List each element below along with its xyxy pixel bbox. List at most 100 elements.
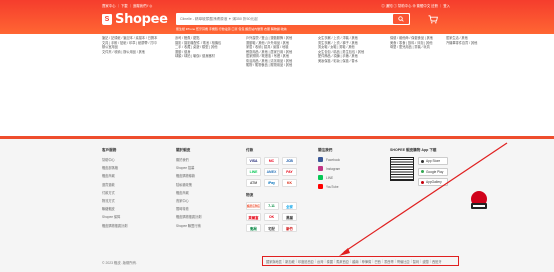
amex-logo: AMEX bbox=[264, 168, 279, 176]
separator: | bbox=[315, 259, 316, 263]
mastercard-logo: MC bbox=[264, 157, 279, 165]
huawei-icon bbox=[421, 180, 424, 184]
footer-link[interactable]: 蝦皮購物推廣計劃 bbox=[176, 214, 202, 219]
category-line[interactable]: 寵物 / 寵物食品 | 寵物用品 / 其他 bbox=[246, 63, 314, 67]
country-link[interactable]: 泰國 bbox=[327, 259, 333, 264]
pay-logo: PAY bbox=[282, 168, 297, 176]
copyright: © 2023 蝦皮. 版權所有. bbox=[102, 261, 138, 265]
app-gallery-button[interactable]: AppGallery bbox=[418, 178, 448, 186]
category-line[interactable]: 汽機車零件百貨 / 其他 bbox=[446, 41, 486, 45]
social-youtube[interactable]: YouTube bbox=[318, 184, 340, 189]
app-store-button[interactable]: App Store bbox=[418, 157, 448, 165]
logistics-logo: 新竹 bbox=[282, 224, 297, 232]
footer-heading: 關於蝦皮 bbox=[176, 148, 191, 152]
footer-heading: 付款 bbox=[246, 148, 254, 152]
country-link[interactable]: 馬來西亞 bbox=[336, 259, 349, 264]
search-button[interactable] bbox=[393, 14, 409, 24]
footer-link[interactable]: 蝦皮購物推廣計劃 bbox=[102, 223, 128, 228]
footer-customer-service: 客戶服務 幫助中心 蝦皮部落格 蝦皮商城 退貨退款 付款方式 物流方式 聯絡蝦皮… bbox=[102, 148, 128, 231]
social-label: Instagram bbox=[326, 166, 341, 171]
ipay-logo: iPay bbox=[264, 179, 279, 187]
separator: | bbox=[382, 259, 383, 263]
logistics-logo: 宅配 bbox=[264, 224, 279, 232]
country-link[interactable]: 波蘭 bbox=[422, 259, 428, 264]
separator: | bbox=[359, 259, 361, 263]
cart-icon[interactable] bbox=[428, 15, 438, 24]
country-link[interactable]: 西班牙 bbox=[432, 259, 442, 264]
logistics-logo: 7-11 bbox=[264, 202, 279, 210]
country-label: 國家與地區 bbox=[266, 259, 282, 264]
store-label: AppGallery bbox=[426, 180, 442, 184]
footer-link[interactable]: 蝦皮商城 bbox=[102, 173, 128, 178]
topbar-left[interactable]: 賣家中心 ｜ 下載 ｜ 追蹤我們 f ◎ bbox=[102, 3, 152, 8]
logistics-logos: 蝦皮店到店 7-11 全家 萊爾富 OK 黑貓 郵局 宅配 新竹 bbox=[246, 202, 297, 232]
footer-link[interactable]: 蝦皮商城 bbox=[176, 190, 202, 195]
category-line[interactable]: 球類 / 球拍 | 瑜伽 / 健身器材 bbox=[175, 54, 243, 58]
store-label: App Store bbox=[426, 159, 441, 163]
separator: | bbox=[429, 259, 431, 263]
country-link[interactable]: 越南 bbox=[352, 259, 358, 264]
shopping-bag-icon: S bbox=[102, 13, 112, 25]
country-link[interactable]: 印度尼西亞 bbox=[298, 259, 314, 264]
social-label: LINE bbox=[326, 175, 334, 180]
google-play-button[interactable]: Google Play bbox=[418, 167, 448, 176]
separator: | bbox=[324, 259, 326, 263]
visa-logo: VISA bbox=[246, 157, 261, 165]
footer-link[interactable]: 付款方式 bbox=[102, 190, 128, 195]
qr-code bbox=[390, 157, 414, 181]
footer-link[interactable]: 限時特賣 bbox=[176, 206, 202, 211]
category-column-4: 女生衣著 / 上衣 / 洋裝 / 其他 男生衣著 / 上衣 / 褲子 / 其他 … bbox=[318, 36, 386, 63]
google-play-icon bbox=[421, 170, 424, 173]
social-line[interactable]: LINE bbox=[318, 175, 340, 180]
store-label: Google Play bbox=[426, 169, 444, 174]
social-facebook[interactable]: Facebook bbox=[318, 157, 340, 162]
category-line[interactable]: 美妝保養 / 彩妝 | 保養 / 香水 bbox=[318, 59, 386, 63]
promo-badge-icon[interactable] bbox=[466, 190, 492, 212]
category-line[interactable]: 居家生活 / 其他 bbox=[446, 36, 486, 40]
footer-social: 關注我們 Facebook Instagram LINE YouTube bbox=[318, 148, 340, 193]
country-link[interactable]: 墨西哥 bbox=[384, 259, 394, 264]
country-link[interactable]: 台灣 bbox=[317, 259, 323, 264]
country-link[interactable]: 智利 bbox=[413, 259, 419, 264]
footer-link[interactable]: 蝦皮部落格 bbox=[102, 165, 128, 170]
country-link[interactable]: 哥倫比亞 bbox=[397, 259, 410, 264]
social-instagram[interactable]: Instagram bbox=[318, 166, 340, 171]
category-line[interactable]: 二手 / 收藏 | 桌遊 / 模型 | 其他 bbox=[175, 45, 243, 49]
footer-link[interactable]: 退貨退款 bbox=[102, 182, 128, 187]
separator: | bbox=[350, 259, 351, 263]
category-line[interactable]: 母嬰 / 嬰兒用品 | 童裝 / 玩具 bbox=[390, 45, 446, 49]
footer-link[interactable]: 聯絡蝦皮 bbox=[102, 206, 128, 211]
country-link[interactable]: 新加坡 bbox=[285, 259, 295, 264]
search-icon bbox=[398, 16, 404, 22]
search-input[interactable] bbox=[180, 13, 380, 25]
country-link[interactable]: 菲律賓 bbox=[362, 259, 372, 264]
search-suggestions[interactable]: 衛生紙 iPhone 藍牙耳機 手機殼 行動電源 口罩 包包 蝦皮站內優惠 衣服… bbox=[176, 27, 287, 31]
footer-link[interactable]: 賣家中心 bbox=[176, 198, 202, 203]
line-pay-logo: LINE bbox=[246, 168, 261, 176]
apple-icon bbox=[421, 159, 424, 163]
instagram-icon bbox=[318, 166, 323, 171]
separator: | bbox=[334, 259, 336, 263]
footer-link[interactable]: 關於我們 bbox=[176, 157, 202, 162]
topbar-right[interactable]: ◎ 通知 ⓘ 幫助中心 ⊕ 繁體中文 註冊 ｜ 登入 bbox=[381, 3, 450, 8]
separator: | bbox=[372, 259, 374, 263]
category-column-6: 居家生活 / 其他 汽機車零件百貨 / 其他 bbox=[446, 36, 486, 46]
search-bar bbox=[176, 13, 410, 25]
logistics-logo: OK bbox=[264, 213, 279, 221]
footer-link[interactable]: 幫助中心 bbox=[102, 157, 128, 162]
footer-link[interactable]: Shopee 聯盟行銷 bbox=[176, 223, 202, 228]
jcb-logo: JCB bbox=[282, 157, 297, 165]
country-link[interactable]: 巴西 bbox=[375, 259, 381, 264]
shopee-logo[interactable]: S Shopee bbox=[102, 11, 168, 27]
logistics-logo: 萊爾富 bbox=[246, 213, 261, 221]
footer-link[interactable]: Shopee 保障 bbox=[102, 214, 128, 219]
logo-text: Shopee bbox=[115, 11, 168, 27]
separator: | bbox=[295, 259, 297, 263]
footer-link[interactable]: Shopee 招募 bbox=[176, 165, 202, 170]
category-column-2: 壽司 / 鰻魚 / 甜點 攝影 / 攝影機配件 / 電池 / 相機包 二手 / … bbox=[175, 36, 243, 59]
footer-link[interactable]: 蝦皮購物條款 bbox=[176, 173, 202, 178]
footer-link[interactable]: 物流方式 bbox=[102, 198, 128, 203]
separator: | bbox=[410, 259, 412, 263]
category-line[interactable]: 文件夾 / 收納 | 辦公用品 / 其他 bbox=[102, 50, 170, 54]
footer-link[interactable]: 隱私權政策 bbox=[176, 182, 202, 187]
